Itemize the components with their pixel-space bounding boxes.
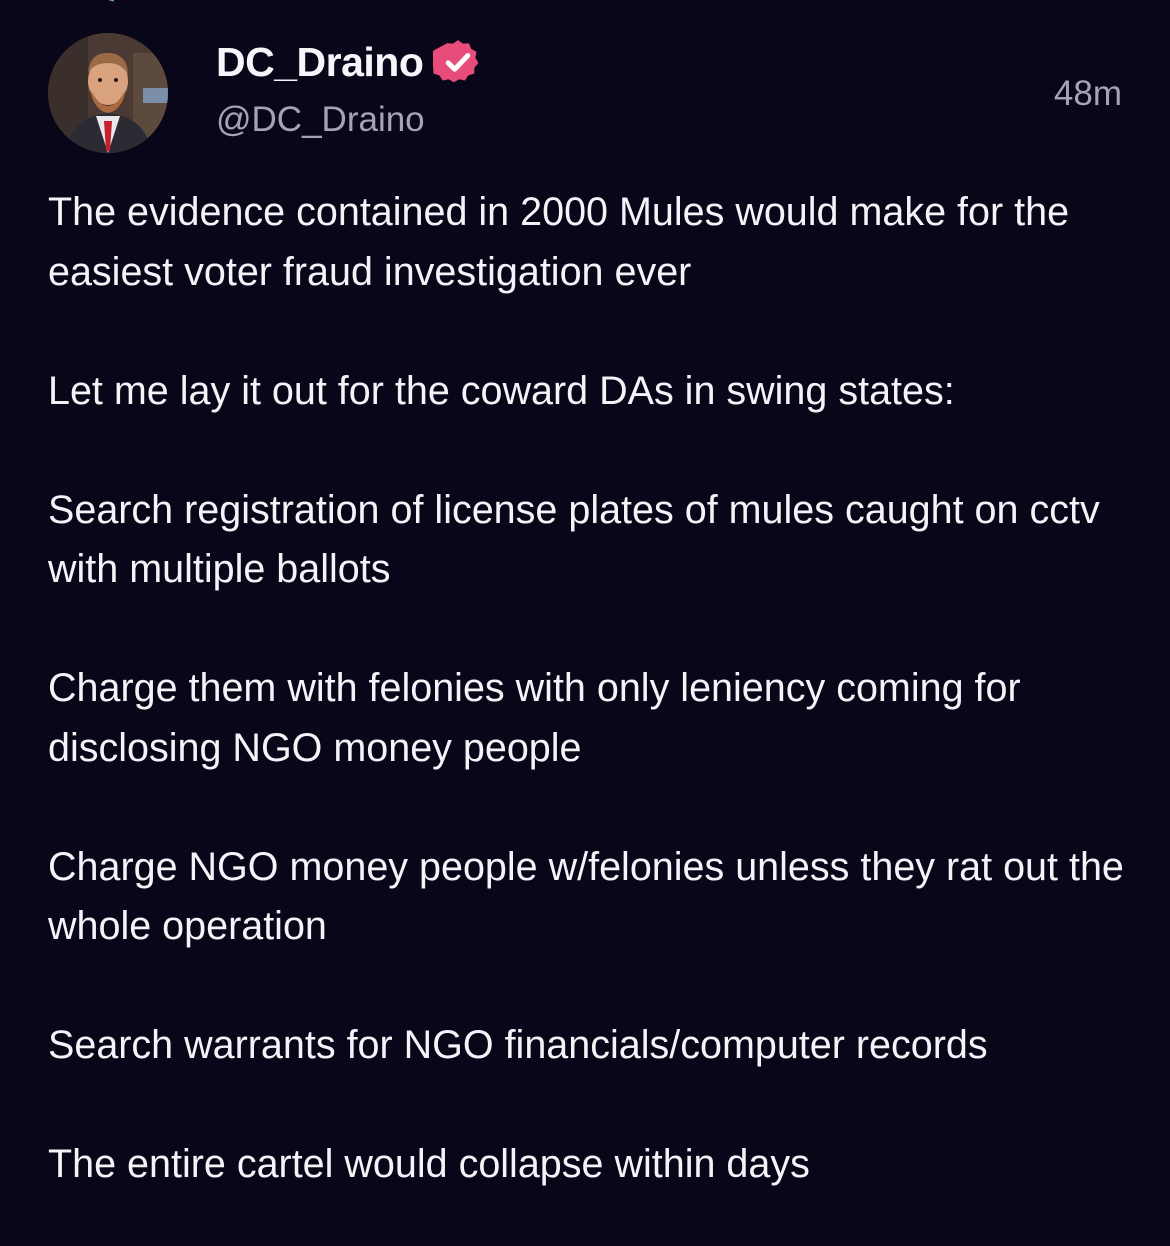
post-paragraph: The entire cartel would collapse within …: [48, 1142, 810, 1186]
verified-badge-icon: [429, 37, 483, 87]
post-body: The evidence contained in 2000 Mules wou…: [48, 183, 1128, 1195]
post-paragraph: The evidence contained in 2000 Mules wou…: [48, 190, 1081, 294]
avatar-photo-icon: [48, 33, 168, 153]
top-edge-fragments: [0, 0, 1170, 4]
author-block: DC_Draino @DC_Draino: [216, 34, 483, 146]
avatar[interactable]: [48, 33, 168, 153]
author-handle[interactable]: @DC_Draino: [216, 94, 483, 146]
post-timestamp[interactable]: 48m: [1054, 73, 1122, 115]
post-paragraph: Search registration of license plates of…: [48, 487, 1111, 592]
post-paragraph: Let me lay it out for the coward DAs in …: [48, 368, 955, 413]
post-paragraph: Search warrants for NGO financials/compu…: [48, 1023, 988, 1067]
author-name-row: DC_Draino: [216, 34, 483, 90]
author-display-name[interactable]: DC_Draino: [216, 34, 424, 90]
post-paragraph: Charge them with felonies with only leni…: [48, 666, 1032, 770]
post-paragraph: Charge NGO money people w/felonies unles…: [48, 844, 1135, 949]
